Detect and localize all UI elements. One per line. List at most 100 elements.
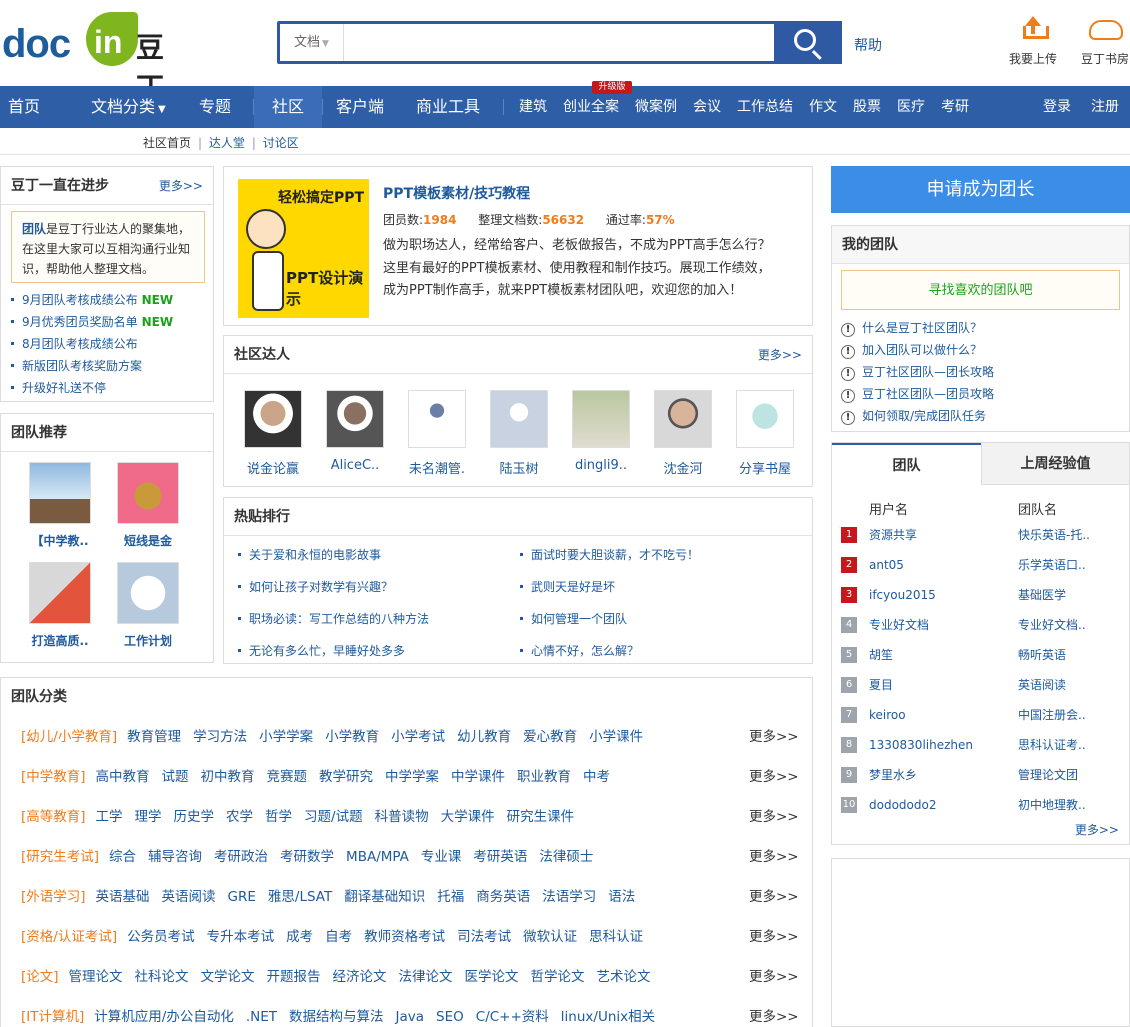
- team-link[interactable]: 基础医学: [1018, 585, 1066, 605]
- more-link[interactable]: 更多>>: [1075, 821, 1119, 838]
- category-item-link[interactable]: 农学: [226, 809, 253, 825]
- category-item-link[interactable]: 哲学论文: [531, 969, 585, 985]
- team-card[interactable]: 【中学教..: [25, 462, 95, 549]
- nav-link-cases[interactable]: 微案例: [635, 86, 677, 128]
- more-link[interactable]: 更多>>: [758, 336, 802, 374]
- category-item-link[interactable]: 社科论文: [135, 969, 189, 985]
- category-item-link[interactable]: 经济论文: [333, 969, 387, 985]
- category-name-link[interactable]: [研究生考试]: [21, 849, 99, 865]
- expert-card[interactable]: AliceC..: [316, 390, 394, 473]
- category-item-link[interactable]: 历史学: [174, 809, 215, 825]
- search-input[interactable]: [346, 26, 772, 59]
- faq-link[interactable]: ! 豆丁社区团队—团员攻略: [841, 385, 994, 403]
- help-link[interactable]: 帮助: [854, 35, 882, 55]
- user-link[interactable]: 胡笙: [869, 645, 893, 665]
- expert-card[interactable]: 分享书屋: [726, 390, 804, 477]
- team-link[interactable]: 畅听英语: [1018, 645, 1066, 665]
- category-name-link[interactable]: [资格/认证考试]: [21, 929, 117, 945]
- hot-post-link[interactable]: 职场必读：写工作总结的八种方法: [238, 610, 429, 627]
- list-item[interactable]: 升级好礼送不停: [11, 377, 173, 399]
- study-button[interactable]: 豆丁书房: [1075, 14, 1130, 67]
- hot-post-link[interactable]: 无论有多么忙，早睡好处多多: [238, 642, 405, 659]
- category-item-link[interactable]: 法律硕士: [539, 849, 593, 865]
- more-link[interactable]: 更多>>: [749, 807, 799, 827]
- register-link[interactable]: 注册: [1091, 86, 1119, 128]
- category-item-link[interactable]: 考研数学: [280, 849, 334, 865]
- nav-topics[interactable]: 专题: [199, 86, 231, 128]
- category-item-link[interactable]: 试题: [162, 769, 189, 785]
- category-item-link[interactable]: 理学: [135, 809, 162, 825]
- team-card[interactable]: 打造高质..: [25, 562, 95, 649]
- category-item-link[interactable]: 法律论文: [399, 969, 453, 985]
- hot-post-link[interactable]: 如何管理一个团队: [520, 610, 627, 627]
- category-item-link[interactable]: 幼儿教育: [457, 729, 511, 745]
- team-link[interactable]: 快乐英语-托..: [1018, 525, 1090, 545]
- user-link[interactable]: 夏目: [869, 675, 893, 695]
- team-link[interactable]: 英语阅读: [1018, 675, 1066, 695]
- category-item-link[interactable]: 小学考试: [391, 729, 445, 745]
- subnav-home[interactable]: 社区首页: [143, 136, 191, 150]
- category-item-link[interactable]: 数据结构与算法: [289, 1009, 384, 1025]
- faq-link[interactable]: ! 豆丁社区团队—团长攻略: [841, 363, 994, 381]
- team-link[interactable]: 乐学英语口..: [1018, 555, 1086, 575]
- search-type-select[interactable]: 文档 ▼: [280, 24, 344, 61]
- category-item-link[interactable]: 工学: [96, 809, 123, 825]
- list-item[interactable]: 9月优秀团员奖励名单 NEW: [11, 311, 173, 333]
- list-item[interactable]: 9月团队考核成绩公布 NEW: [11, 289, 173, 311]
- more-link[interactable]: 更多>>: [749, 887, 799, 907]
- category-item-link[interactable]: 微软认证: [523, 929, 577, 945]
- subnav-experts[interactable]: 达人堂: [209, 136, 245, 150]
- hot-post-link[interactable]: 如何让孩子对数学有兴趣？: [238, 578, 393, 595]
- category-item-link[interactable]: 考研政治: [214, 849, 268, 865]
- hot-post-link[interactable]: 关于爱和永恒的电影故事: [238, 546, 381, 563]
- category-item-link[interactable]: 英语阅读: [162, 889, 216, 905]
- category-name-link[interactable]: [IT计算机]: [21, 1009, 84, 1025]
- category-item-link[interactable]: 自考: [325, 929, 352, 945]
- nav-link-work-summary[interactable]: 工作总结: [737, 86, 793, 128]
- category-item-link[interactable]: 英语基础: [96, 889, 150, 905]
- apply-team-leader-button[interactable]: 申请成为团长: [831, 166, 1130, 213]
- category-item-link[interactable]: 语法: [608, 889, 635, 905]
- category-item-link[interactable]: 中考: [583, 769, 610, 785]
- category-name-link[interactable]: [外语学习]: [21, 889, 86, 905]
- nav-community[interactable]: 社区: [254, 86, 322, 128]
- category-item-link[interactable]: 中学课件: [451, 769, 505, 785]
- nav-client[interactable]: 客户端: [336, 86, 384, 128]
- category-name-link[interactable]: [幼儿/小学教育]: [21, 729, 117, 745]
- category-item-link[interactable]: GRE: [228, 889, 256, 905]
- login-link[interactable]: 登录: [1043, 86, 1071, 128]
- category-item-link[interactable]: 管理论文: [69, 969, 123, 985]
- user-link[interactable]: 专业好文档: [869, 615, 929, 635]
- nav-home[interactable]: 首页: [8, 86, 40, 128]
- nav-link-postgrad[interactable]: 考研: [941, 86, 969, 128]
- expert-card[interactable]: 说金论赢: [234, 390, 312, 477]
- category-item-link[interactable]: 雅思/LSAT: [268, 889, 332, 905]
- category-item-link[interactable]: SEO: [436, 1009, 464, 1025]
- faq-link[interactable]: ! 加入团队可以做什么？: [841, 341, 982, 359]
- list-item[interactable]: 8月团队考核成绩公布: [11, 333, 173, 355]
- more-link[interactable]: 更多>>: [159, 167, 203, 205]
- category-item-link[interactable]: 专升本考试: [207, 929, 275, 945]
- category-item-link[interactable]: 竞赛题: [267, 769, 308, 785]
- category-item-link[interactable]: 翻译基础知识: [344, 889, 425, 905]
- user-link[interactable]: ant05: [869, 555, 904, 575]
- faq-link[interactable]: ! 如何领取/完成团队任务: [841, 407, 986, 425]
- more-link[interactable]: 更多>>: [749, 727, 799, 747]
- upload-button[interactable]: 我要上传: [1003, 14, 1063, 67]
- category-item-link[interactable]: 医学论文: [465, 969, 519, 985]
- category-item-link[interactable]: 哲学: [265, 809, 292, 825]
- category-item-link[interactable]: 综合: [109, 849, 136, 865]
- category-item-link[interactable]: 文学论文: [201, 969, 255, 985]
- find-team-link[interactable]: 寻找喜欢的团队吧: [841, 270, 1120, 310]
- nav-link-essay[interactable]: 作文: [809, 86, 837, 128]
- team-link[interactable]: 管理论文团: [1018, 765, 1078, 785]
- team-link[interactable]: 初中地理教..: [1018, 795, 1086, 815]
- category-item-link[interactable]: 公务员考试: [127, 929, 195, 945]
- category-item-link[interactable]: 大学课件: [441, 809, 495, 825]
- category-item-link[interactable]: 法语学习: [542, 889, 596, 905]
- more-link[interactable]: 更多>>: [749, 1007, 799, 1027]
- more-link[interactable]: 更多>>: [749, 927, 799, 947]
- docin-logo[interactable]: doc in 豆丁: [2, 10, 187, 104]
- category-item-link[interactable]: 高中教育: [96, 769, 150, 785]
- category-item-link[interactable]: Java: [396, 1009, 425, 1025]
